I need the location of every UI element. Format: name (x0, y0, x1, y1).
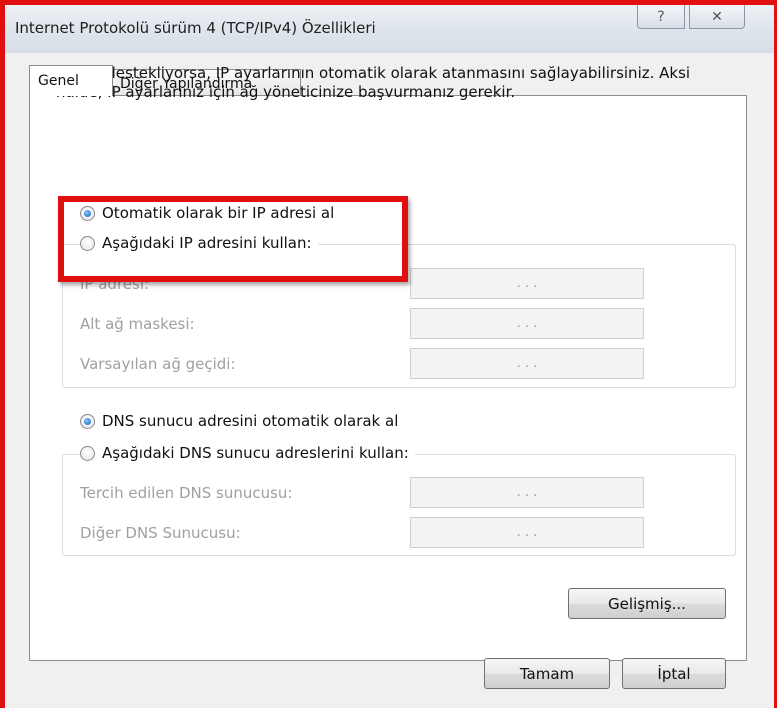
description-text: Ağınız destekliyorsa, IP ayarlarının oto… (56, 64, 691, 101)
alternate-dns-field[interactable]: . . . (410, 517, 644, 548)
tab-genel[interactable]: Genel (29, 65, 113, 96)
help-button[interactable]: ? (637, 5, 685, 29)
ip-auto-radio[interactable]: Otomatik olarak bir IP adresi al (80, 204, 334, 222)
help-icon: ? (657, 8, 665, 25)
radio-checked-icon (80, 205, 95, 221)
default-gateway-field[interactable]: . . . (410, 348, 644, 379)
radio-unchecked-icon (80, 445, 95, 461)
title-bar[interactable]: Internet Protokolü sürüm 4 (TCP/IPv4) Öz… (5, 5, 774, 53)
dns-manual-radio[interactable]: Aşağıdaki DNS sunucu adreslerini kullan: (80, 444, 415, 462)
dns-auto-radio[interactable]: DNS sunucu adresini otomatik olarak al (80, 412, 398, 430)
dns-manual-label: Aşağıdaki DNS sunucu adreslerini kullan: (102, 444, 409, 462)
radio-unchecked-icon (80, 235, 95, 251)
radio-checked-icon (80, 413, 95, 429)
advanced-button[interactable]: Gelişmiş... (568, 588, 726, 619)
ip-address-field[interactable]: . . . (410, 268, 644, 299)
ok-button[interactable]: Tamam (484, 658, 610, 689)
preferred-dns-field[interactable]: . . . (410, 477, 644, 508)
ip-address-label: IP adresi: (80, 275, 150, 293)
subnet-mask-field[interactable]: . . . (410, 308, 644, 339)
close-icon: ✕ (711, 8, 723, 25)
subnet-mask-label: Alt ağ maskesi: (80, 315, 195, 333)
preferred-dns-label: Tercih edilen DNS sunucusu: (80, 484, 293, 502)
ip-manual-radio[interactable]: Aşağıdaki IP adresini kullan: (80, 234, 318, 252)
ip-auto-label: Otomatik olarak bir IP adresi al (102, 204, 335, 222)
alternate-dns-label: Diğer DNS Sunucusu: (80, 524, 241, 542)
default-gateway-label: Varsayılan ağ geçidi: (80, 355, 236, 373)
tab-label: Genel (38, 73, 79, 89)
ip-manual-label: Aşağıdaki IP adresini kullan: (102, 234, 312, 252)
cancel-button[interactable]: İptal (622, 658, 726, 689)
window-title: Internet Protokolü sürüm 4 (TCP/IPv4) Öz… (15, 19, 376, 37)
dns-auto-label: DNS sunucu adresini otomatik olarak al (102, 412, 399, 430)
close-button[interactable]: ✕ (689, 5, 745, 29)
